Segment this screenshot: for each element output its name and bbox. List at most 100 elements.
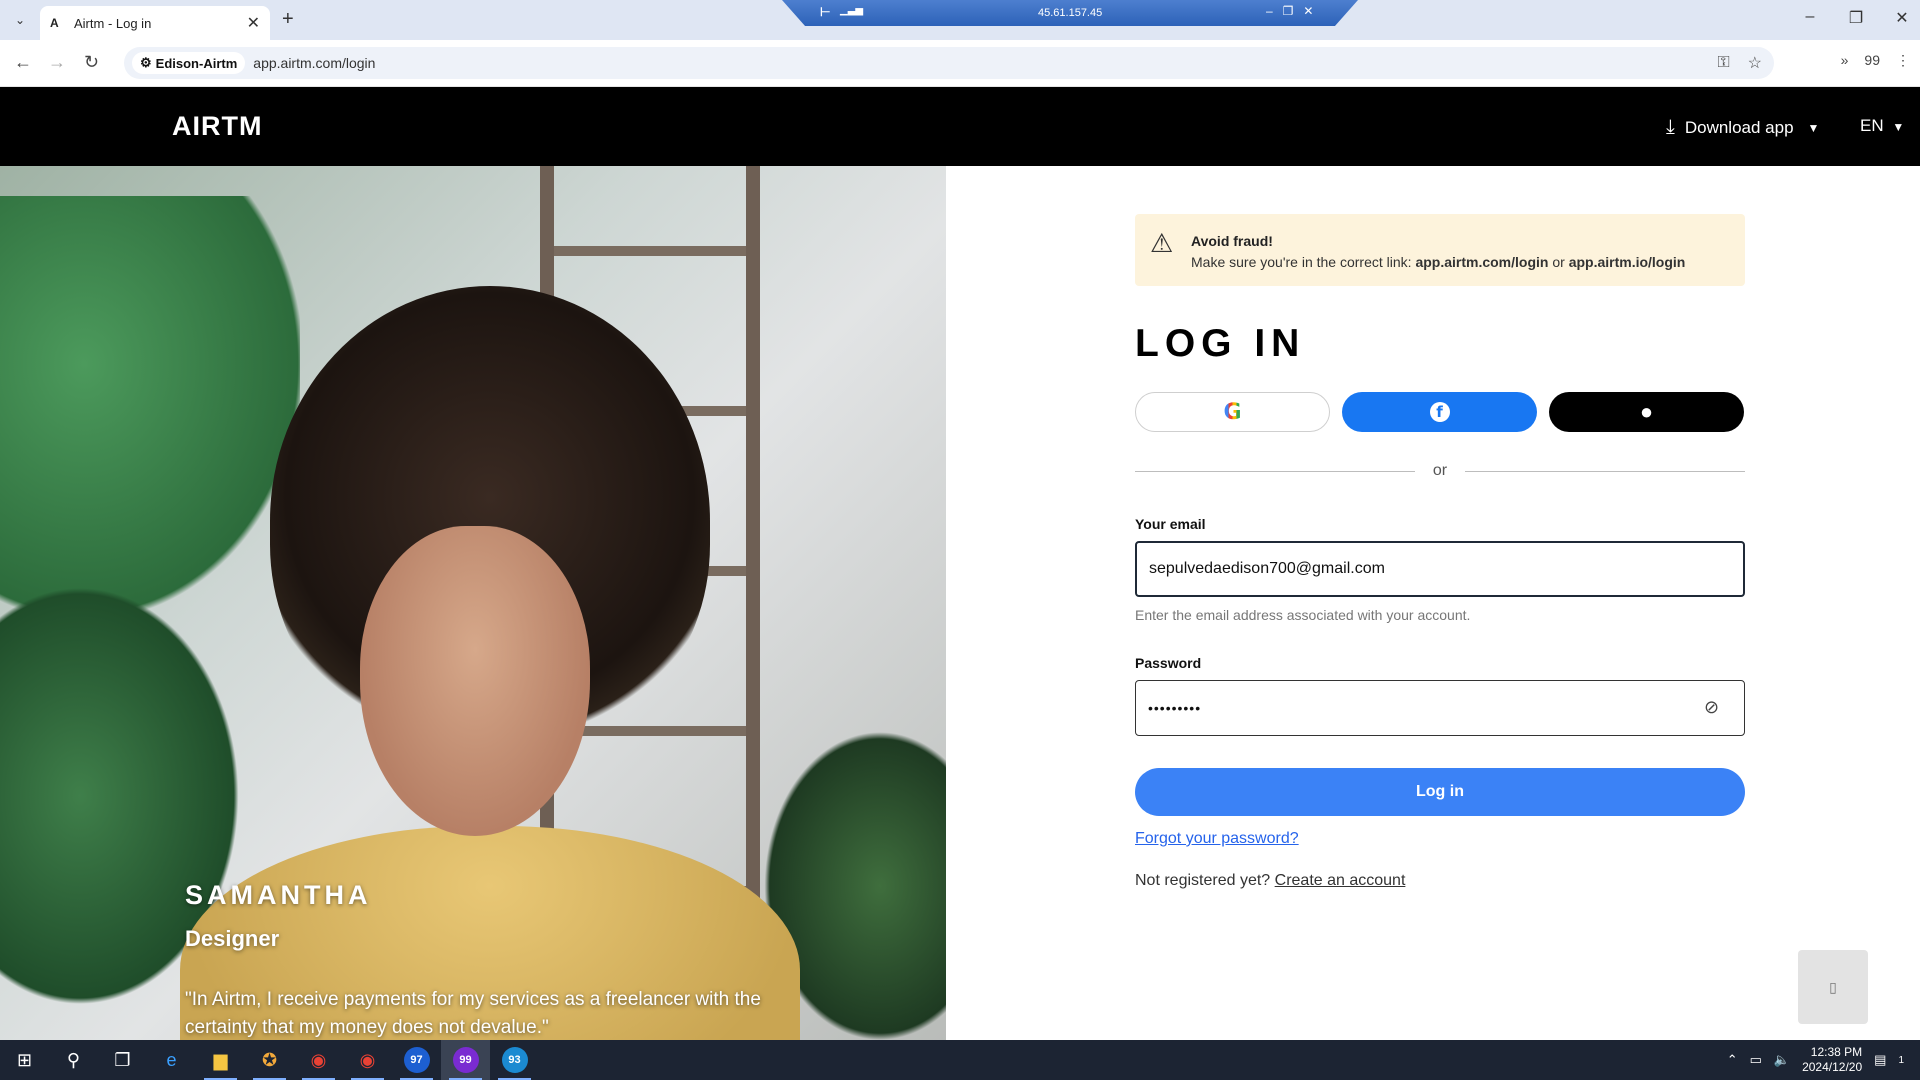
- tray-chevron-icon[interactable]: ⌃: [1727, 1052, 1738, 1068]
- browser-tab[interactable]: A Airtm - Log in ✕: [40, 6, 270, 40]
- email-hint: Enter the email address associated with …: [1135, 607, 1471, 623]
- app-badge-97[interactable]: 97: [392, 1040, 441, 1080]
- signal-icon: ▁▃▅: [840, 5, 864, 16]
- minimize-icon[interactable]: –: [1802, 8, 1818, 28]
- password-key-icon[interactable]: ⚿: [1717, 54, 1729, 72]
- download-app-button[interactable]: ⤓ Download app ▼: [1666, 116, 1819, 139]
- email-input[interactable]: [1149, 560, 1731, 578]
- alert-message: Make sure you're in the correct link: ap…: [1191, 254, 1685, 270]
- alert-or: or: [1552, 254, 1565, 270]
- omnibox[interactable]: ⚙ Edison-Airtm app.airtm.com/login ⚿ ☆: [124, 47, 1774, 79]
- create-account-link[interactable]: Create an account: [1275, 872, 1406, 889]
- file-explorer-icon[interactable]: ▆: [196, 1040, 245, 1080]
- language-selector[interactable]: EN ▼: [1860, 116, 1904, 136]
- task-view-icon[interactable]: ❐: [98, 1040, 147, 1080]
- address-bar-row: ← → ↻ ⚙ Edison-Airtm app.airtm.com/login…: [0, 40, 1920, 87]
- tab-search-icon[interactable]: ⌄: [10, 10, 30, 30]
- omnibox-icons: ⚿ ☆: [1717, 47, 1774, 79]
- forgot-password-link[interactable]: Forgot your password?: [1135, 830, 1299, 848]
- site-info-chip[interactable]: ⚙ Edison-Airtm: [132, 52, 246, 74]
- pin-icon[interactable]: ⊢: [820, 5, 830, 19]
- badge-93-label: 93: [501, 1047, 528, 1073]
- badge-97-label: 97: [403, 1047, 430, 1073]
- alert-message-prefix: Make sure you're in the correct link:: [1191, 254, 1412, 270]
- password-label: Password: [1135, 655, 1202, 671]
- hero-image: SAMANTHA Designer "In Airtm, I receive p…: [0, 166, 946, 1040]
- password-field[interactable]: ••••••••• ⊘: [1135, 680, 1745, 736]
- or-divider: or: [1135, 462, 1746, 480]
- facebook-icon: f: [1429, 402, 1450, 422]
- alert-title: Avoid fraud!: [1191, 233, 1273, 249]
- app-badge-99[interactable]: 99: [441, 1040, 490, 1080]
- chrome-icon[interactable]: ◉: [294, 1040, 343, 1080]
- testimonial-role: Designer: [185, 926, 280, 951]
- google-icon: G: [1223, 399, 1242, 425]
- airtm-logo[interactable]: AIRTM: [172, 111, 262, 142]
- google-login-button[interactable]: G: [1135, 392, 1330, 432]
- email-label: Your email: [1135, 516, 1206, 532]
- testimonial-name: SAMANTHA: [185, 880, 372, 910]
- tab-title: Airtm - Log in: [74, 15, 152, 31]
- system-tray: ⌃ ▭ 🔈 12:38 PM 2024/12/20 ▤ 1: [1727, 1040, 1920, 1080]
- app-icon[interactable]: ✪: [245, 1040, 294, 1080]
- forward-icon[interactable]: →: [48, 52, 66, 73]
- close-window-icon[interactable]: ✕: [1894, 8, 1910, 28]
- eye-off-icon[interactable]: ⊘: [1704, 697, 1728, 718]
- chrome-profile-icon[interactable]: ◉: [343, 1040, 392, 1080]
- divider-line: [1135, 470, 1415, 472]
- network-icon[interactable]: ▭: [1750, 1052, 1762, 1068]
- clock[interactable]: 12:38 PM 2024/12/20: [1802, 1045, 1862, 1075]
- password-value[interactable]: •••••••••: [1148, 700, 1201, 716]
- social-login-buttons: G f ●: [1135, 392, 1745, 432]
- clock-date: 2024/12/20: [1802, 1060, 1863, 1074]
- search-icon[interactable]: ⚲: [49, 1040, 98, 1080]
- alert-link-secondary: app.airtm.io/login: [1568, 254, 1686, 270]
- browser-tab-strip: ⌄ A Airtm - Log in ✕ + ⊢ ▁▃▅ 45.61.157.4…: [0, 0, 1920, 40]
- url-text[interactable]: app.airtm.com/login: [253, 55, 375, 71]
- facebook-login-button[interactable]: f: [1342, 392, 1537, 432]
- new-tab-icon[interactable]: +: [282, 8, 294, 31]
- remote-session-bar: ⊢ ▁▃▅ 45.61.157.45 –❐✕: [782, 0, 1358, 26]
- clock-time: 12:38 PM: [1810, 1045, 1863, 1059]
- testimonial-quote: "In Airtm, I receive payments for my ser…: [185, 989, 761, 1038]
- site-chip-label: Edison-Airtm: [155, 55, 238, 71]
- restore-icon[interactable]: ❐: [1848, 8, 1864, 28]
- chevron-down-icon: ▼: [1807, 120, 1820, 135]
- login-panel: ⚠ Avoid fraud! Make sure you're in the c…: [1135, 214, 1746, 890]
- window-controls: – ❐ ✕: [1802, 8, 1910, 28]
- apple-login-button[interactable]: ●: [1549, 392, 1744, 432]
- apple-icon: ●: [1639, 399, 1654, 424]
- edge-icon[interactable]: e: [147, 1040, 196, 1080]
- remote-window-controls[interactable]: –❐✕: [1266, 4, 1324, 18]
- floating-widget[interactable]: ▯: [1798, 950, 1868, 1024]
- download-app-label: Download app: [1684, 117, 1794, 137]
- plant-leaf: [0, 196, 300, 616]
- reload-icon[interactable]: ↻: [84, 52, 99, 73]
- register-prefix: Not registered yet?: [1135, 872, 1271, 889]
- browser-menu-icon[interactable]: ⋮: [1896, 52, 1910, 69]
- bookmark-star-icon[interactable]: ☆: [1748, 53, 1762, 73]
- remote-ip: 45.61.157.45: [1038, 7, 1103, 19]
- chevron-down-icon: ▼: [1892, 120, 1905, 134]
- register-row: Not registered yet? Create an account: [1135, 872, 1745, 890]
- document-icon: ▯: [1829, 978, 1837, 995]
- volume-icon[interactable]: 🔈: [1774, 1052, 1790, 1068]
- site-settings-icon: ⚙: [140, 55, 152, 70]
- email-field[interactable]: [1135, 541, 1745, 597]
- badge-99-label: 99: [452, 1047, 479, 1073]
- browser-tools: » 99 ⋮: [1841, 52, 1910, 69]
- extension-badge[interactable]: 99: [1864, 52, 1880, 69]
- extensions-chevron-icon[interactable]: »: [1841, 52, 1849, 69]
- app-badge-93[interactable]: 93: [490, 1040, 539, 1080]
- back-icon[interactable]: ←: [14, 52, 32, 73]
- or-text: or: [1432, 462, 1448, 479]
- login-button[interactable]: Log in: [1135, 768, 1745, 816]
- start-icon[interactable]: ⊞: [0, 1040, 49, 1080]
- download-icon: ⤓: [1666, 116, 1675, 138]
- alert-link-primary: app.airtm.com/login: [1415, 254, 1549, 270]
- windows-taskbar: ⊞ ⚲ ❐ e ▆ ✪ ◉ ◉ 97 99 93 ⌃ ▭ 🔈 12:38 PM …: [0, 1040, 1920, 1080]
- divider-line: [1465, 470, 1746, 472]
- close-tab-icon[interactable]: ✕: [247, 13, 260, 33]
- notification-icon[interactable]: ▤: [1874, 1052, 1886, 1068]
- language-label: EN: [1860, 116, 1884, 135]
